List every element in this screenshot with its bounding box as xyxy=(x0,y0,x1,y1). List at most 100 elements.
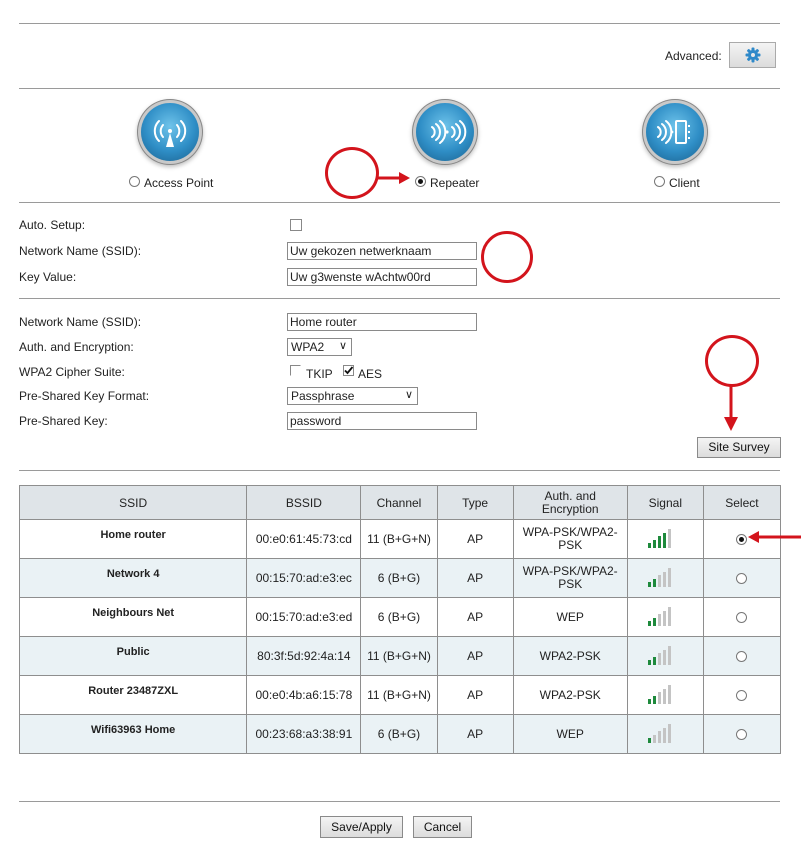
select-network-radio[interactable] xyxy=(736,651,748,663)
signal-bar xyxy=(663,649,667,665)
select-network-radio[interactable] xyxy=(736,729,748,741)
signal-bar xyxy=(668,646,672,665)
tkip-checkbox[interactable] xyxy=(290,365,301,376)
cell-select xyxy=(702,597,782,637)
site-survey-button[interactable]: Site Survey xyxy=(697,437,781,458)
annotation-arrow-icon xyxy=(377,172,410,184)
uplink-ssid-input[interactable]: Home router xyxy=(287,313,477,331)
repeater-ssid-input[interactable]: Uw gekozen netwerknaam xyxy=(287,242,477,260)
signal-bar xyxy=(653,656,657,665)
auth-encryption-value: WPA2 xyxy=(291,340,325,354)
table-row[interactable]: Router 23487ZXL 00:e0:4b:a6:15:78 11 (B+G+… xyxy=(18,675,782,715)
cell-type: AP xyxy=(436,636,514,676)
auto-setup-checkbox[interactable] xyxy=(290,219,302,231)
mode-radio-repeater[interactable] xyxy=(415,176,426,187)
signal-bar xyxy=(663,727,667,743)
mode-label-repeater: Repeater xyxy=(430,176,480,190)
cell-signal xyxy=(626,636,704,676)
cell-ssid: Wifi63963 Home xyxy=(18,714,248,754)
select-network-radio[interactable] xyxy=(736,534,748,546)
key-value-label: Key Value: xyxy=(19,270,77,284)
signal-bar xyxy=(648,543,652,548)
signal-bar xyxy=(653,539,657,548)
repeater-ssid-label: Network Name (SSID): xyxy=(19,244,142,258)
aes-checkbox[interactable] xyxy=(343,365,354,376)
advanced-button[interactable] xyxy=(729,42,776,68)
cell-select xyxy=(702,675,782,715)
signal-bar xyxy=(648,699,652,704)
annotation-arrow-icon xyxy=(748,531,801,543)
signal-bar xyxy=(653,734,657,743)
annotation-circle xyxy=(705,335,759,387)
cell-select xyxy=(702,558,782,598)
tkip-label: TKIP xyxy=(306,367,333,381)
cell-bssid: 00:15:70:ad:e3:ec xyxy=(246,558,362,598)
column-header-auth: Auth. and Encryption xyxy=(512,485,628,520)
column-header-select: Select xyxy=(702,485,782,520)
signal-bar xyxy=(648,582,652,587)
cell-select xyxy=(702,636,782,676)
key-value-input[interactable]: Uw g3wenste wAchtw00rd xyxy=(287,268,477,286)
cell-channel: 11 (B+G+N) xyxy=(360,636,438,676)
auth-encryption-select[interactable]: WPA2 ∨ xyxy=(287,338,352,356)
signal-bar xyxy=(668,607,672,626)
select-network-radio[interactable] xyxy=(736,573,748,585)
select-network-radio[interactable] xyxy=(736,612,748,624)
aes-label: AES xyxy=(358,367,383,381)
psk-format-value: Passphrase xyxy=(291,389,355,403)
signal-strength-icon xyxy=(648,685,682,704)
signal-bar xyxy=(663,610,667,626)
psk-input[interactable]: password xyxy=(287,412,477,430)
mode-radio-access-point[interactable] xyxy=(129,176,140,187)
save-apply-button[interactable]: Save/Apply xyxy=(320,816,403,838)
signal-bar xyxy=(658,692,662,704)
signal-bar xyxy=(663,571,667,587)
cell-auth: WPA2-PSK xyxy=(512,636,628,676)
divider xyxy=(19,202,780,203)
signal-bar xyxy=(648,738,652,743)
access-point-icon[interactable] xyxy=(141,103,199,161)
cell-bssid: 80:3f:5d:92:4a:14 xyxy=(246,636,362,676)
signal-bar xyxy=(668,724,672,743)
cell-signal xyxy=(626,558,704,598)
cell-channel: 6 (B+G) xyxy=(360,714,438,754)
signal-strength-icon xyxy=(648,607,682,626)
table-row[interactable]: Neighbours Net 00:15:70:ad:e3:ed 6 (B+G) AP… xyxy=(18,597,782,637)
auto-setup-label: Auto. Setup: xyxy=(19,218,86,232)
cell-ssid: Network 4 xyxy=(18,558,248,598)
signal-bar xyxy=(668,568,672,587)
cell-type: AP xyxy=(436,714,514,754)
mode-radio-client[interactable] xyxy=(654,176,665,187)
cancel-button[interactable]: Cancel xyxy=(413,816,472,838)
cell-bssid: 00:23:68:a3:38:91 xyxy=(246,714,362,754)
divider xyxy=(19,801,780,802)
cell-signal xyxy=(626,597,704,637)
annotation-circle xyxy=(481,231,533,283)
select-network-radio[interactable] xyxy=(736,690,748,702)
table-row[interactable]: Public 80:3f:5d:92:4a:14 11 (B+G+N) AP WPA2-… xyxy=(18,636,782,676)
cell-channel: 11 (B+G+N) xyxy=(360,519,438,559)
client-icon[interactable] xyxy=(646,103,704,161)
table-row[interactable]: Network 4 00:15:70:ad:e3:ec 6 (B+G) AP WPA-P… xyxy=(18,558,782,598)
signal-strength-icon xyxy=(648,529,682,548)
repeater-icon[interactable] xyxy=(416,103,474,161)
cipher-suite-label: WPA2 Cipher Suite: xyxy=(19,365,125,379)
gear-icon xyxy=(745,47,760,63)
signal-bar xyxy=(653,695,657,704)
signal-bar xyxy=(653,578,657,587)
psk-format-select[interactable]: Passphrase ∨ xyxy=(287,387,418,405)
signal-strength-icon xyxy=(648,568,682,587)
cell-type: AP xyxy=(436,519,514,559)
signal-bar xyxy=(668,529,672,548)
cell-auth: WPA2-PSK xyxy=(512,675,628,715)
table-row[interactable]: Home router 00:e0:61:45:73:cd 11 (B+G+N) AP… xyxy=(18,519,782,559)
signal-bar xyxy=(663,688,667,704)
cell-type: AP xyxy=(436,558,514,598)
divider xyxy=(19,23,780,24)
chevron-down-icon: ∨ xyxy=(338,340,347,352)
advanced-label: Advanced: xyxy=(665,49,722,63)
cell-auth: WEP xyxy=(512,597,628,637)
cell-channel: 6 (B+G) xyxy=(360,597,438,637)
table-row[interactable]: Wifi63963 Home 00:23:68:a3:38:91 6 (B+G) AP… xyxy=(18,714,782,754)
signal-bar xyxy=(663,532,667,548)
